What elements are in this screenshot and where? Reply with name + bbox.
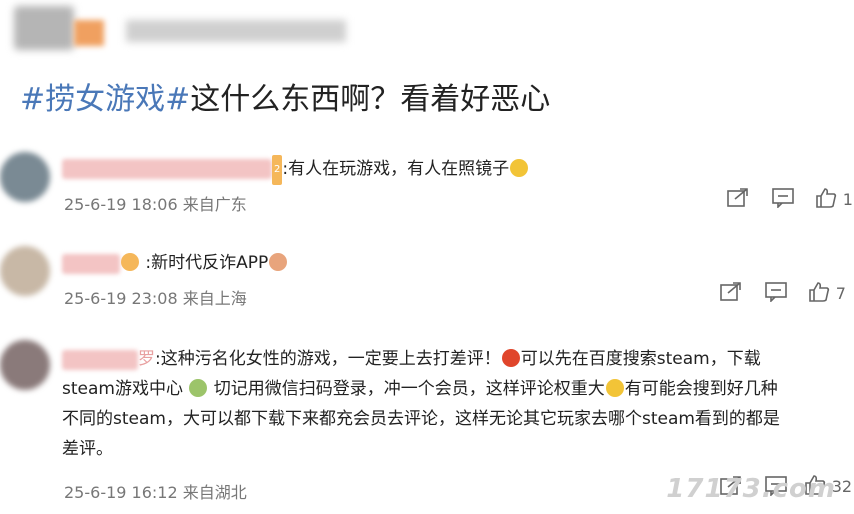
comment-icon: [765, 282, 787, 303]
comment-timestamp: 25-6-19 23:08 来自上海: [64, 289, 247, 308]
angry-emoji-icon: [501, 349, 520, 367]
comment-text: :新时代反诈APP: [120, 248, 288, 278]
share-button[interactable]: [727, 188, 749, 213]
share-icon: [720, 282, 741, 301]
watermark: 17173.com: [666, 474, 836, 504]
reply-button[interactable]: [765, 282, 787, 307]
like-count: 1: [842, 190, 853, 209]
comment-text: 罗:这种污名化女性的游戏，一定要上去打差评！ 可以先在百度搜索steam，下载 s…: [62, 349, 780, 459]
share-icon: [727, 188, 748, 207]
comment-timestamp: 25-6-19 16:12 来自湖北: [64, 483, 247, 502]
avatar[interactable]: [0, 152, 50, 202]
avatar[interactable]: [0, 340, 50, 390]
comment-timestamp: 25-6-19 18:06 来自广东: [64, 195, 247, 214]
like-icon: [809, 282, 830, 302]
username-suffix: 罗: [138, 349, 155, 369]
comment-username[interactable]: [62, 254, 120, 274]
share-button[interactable]: [720, 282, 742, 307]
poster-avatar[interactable]: [14, 6, 104, 50]
like-icon: [816, 188, 837, 208]
like-count: 7: [835, 284, 846, 303]
comment-username[interactable]: [62, 159, 272, 179]
baby-emoji-icon: [269, 253, 288, 271]
vip-badge-icon: [121, 253, 139, 271]
poster-name[interactable]: [126, 20, 346, 42]
like-button[interactable]: 7: [808, 281, 846, 308]
post-title-text: 这什么东西啊？看着好恶心: [190, 82, 551, 117]
avatar[interactable]: [0, 246, 50, 296]
sick-emoji-icon: [189, 379, 208, 397]
crying-emoji-icon: [605, 379, 624, 397]
like-button[interactable]: 1: [815, 187, 853, 214]
post-title: #捞女游戏#这什么东西啊？看着好恶心: [20, 74, 550, 118]
comment-icon: [772, 188, 794, 209]
comment-text: 2:有人在玩游戏，有人在照镜子: [272, 154, 529, 185]
reply-button[interactable]: [772, 188, 794, 213]
crying-emoji-icon: [510, 159, 529, 177]
hashtag-link[interactable]: #捞女游戏#: [20, 82, 190, 117]
level-badge: 2: [272, 155, 283, 185]
